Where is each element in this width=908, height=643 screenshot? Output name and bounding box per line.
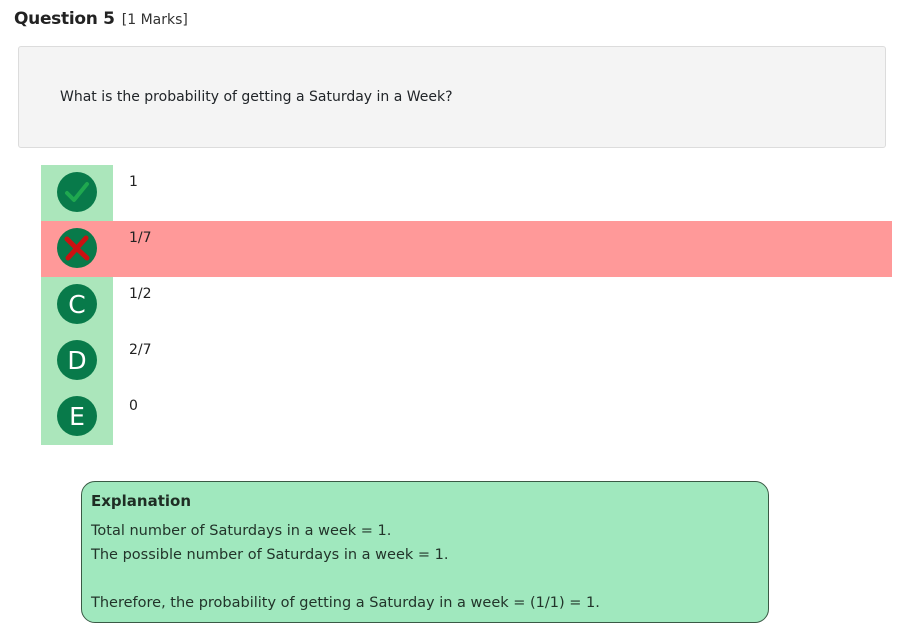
option-text: 1/2 <box>129 286 152 302</box>
question-marks: [1 Marks] <box>121 12 188 28</box>
option-e[interactable]: E 0 <box>41 389 892 445</box>
option-text: 0 <box>129 398 138 414</box>
option-text: 1 <box>129 174 138 190</box>
question-text: What is the probability of getting a Sat… <box>60 89 453 105</box>
cross-icon <box>57 228 97 268</box>
explanation-title: Explanation <box>91 492 192 510</box>
option-b[interactable]: 1/7 <box>41 221 892 277</box>
option-text: 1/7 <box>129 230 152 246</box>
question-box: What is the probability of getting a Sat… <box>18 46 886 148</box>
explanation-line: Total number of Saturdays in a week = 1. <box>91 523 392 539</box>
option-badge-column <box>41 165 113 221</box>
option-a[interactable]: 1 <box>41 165 892 221</box>
option-c[interactable]: C 1/2 <box>41 277 892 333</box>
option-d[interactable]: D 2/7 <box>41 333 892 389</box>
option-text: 2/7 <box>129 342 152 358</box>
explanation-line: The possible number of Saturdays in a we… <box>91 547 449 563</box>
explanation-spacer <box>91 567 759 591</box>
option-badge-column: D <box>41 333 113 389</box>
explanation-line: Therefore, the probability of getting a … <box>91 595 600 611</box>
explanation-box: Explanation Total number of Saturdays in… <box>81 481 769 623</box>
quiz-page: Question 5 [1 Marks] What is the probabi… <box>0 0 908 643</box>
question-header: Question 5 [1 Marks] <box>14 9 188 29</box>
check-icon <box>57 172 97 212</box>
question-title: Question 5 <box>14 9 115 29</box>
option-letter-badge: D <box>57 340 97 380</box>
option-letter-badge: E <box>57 396 97 436</box>
option-badge-column <box>41 221 113 277</box>
option-badge-column: E <box>41 389 113 445</box>
answer-options: 1 1/7 C 1/2 D 2/7 E 0 <box>41 165 892 445</box>
option-badge-column: C <box>41 277 113 333</box>
option-letter-badge: C <box>57 284 97 324</box>
